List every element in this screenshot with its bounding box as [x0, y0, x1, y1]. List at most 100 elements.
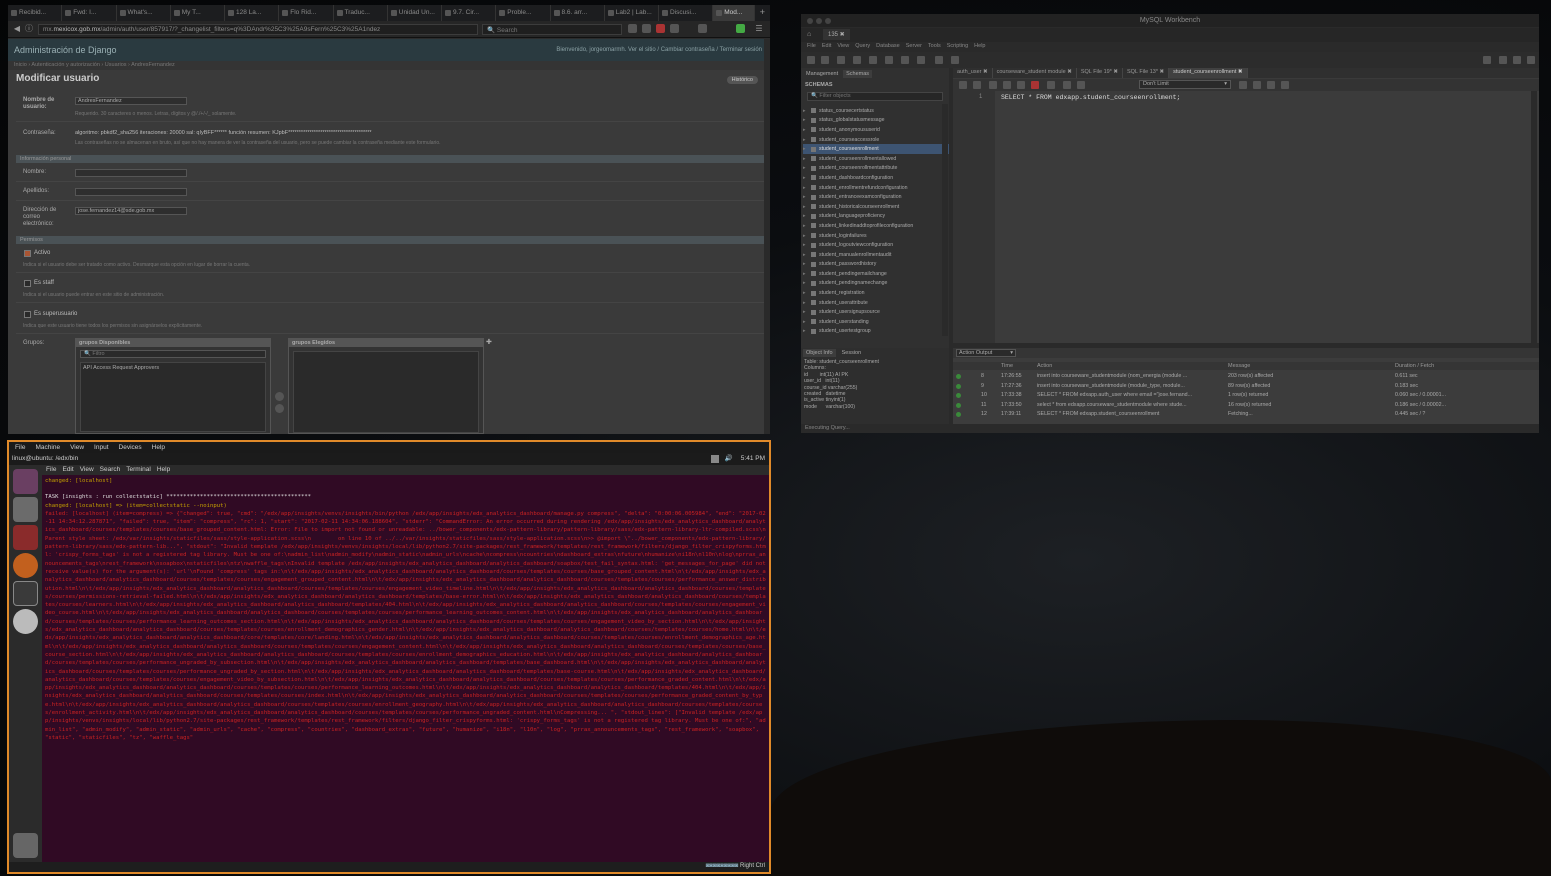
minimize-icon[interactable]: [816, 18, 822, 24]
home-icon[interactable]: ⌂: [807, 31, 811, 38]
back-icon[interactable]: ◀: [12, 24, 22, 34]
history-button[interactable]: Histórico: [726, 76, 758, 84]
toggle-secondary-icon[interactable]: [1527, 56, 1535, 64]
dash-icon[interactable]: [13, 469, 38, 494]
browser-tab[interactable]: Recibid...: [8, 5, 63, 21]
new-sql-tab-icon[interactable]: [807, 56, 815, 64]
schema-table-item[interactable]: ▸ student_courseenrollmentallowed: [803, 154, 949, 164]
expand-arrow-icon[interactable]: ▸: [803, 271, 808, 277]
user-tools[interactable]: Bienvenido, jorgeomarmh. Ver el sitio / …: [556, 47, 762, 53]
create-table-icon[interactable]: [869, 56, 877, 64]
groups-filter-input[interactable]: 🔍 Filtro: [80, 350, 266, 358]
expand-arrow-icon[interactable]: ▸: [803, 194, 808, 200]
output-row[interactable]: 11 17:33:50 select * from edxapp.coursewar…: [953, 401, 1539, 411]
editor-tab-active[interactable]: student_courseenrollment ✖: [1169, 68, 1248, 78]
vbox-menu-input[interactable]: Input: [94, 444, 108, 451]
dropdown-icon[interactable]: [670, 24, 679, 33]
expand-arrow-icon[interactable]: ▸: [803, 280, 808, 286]
first-name-field[interactable]: [75, 169, 187, 177]
search-input[interactable]: 🔍 Search: [482, 24, 622, 35]
menu-server[interactable]: Server: [906, 43, 922, 51]
browser-tab[interactable]: Fwd: I...: [62, 5, 117, 21]
connection-tab[interactable]: 135 ✖: [823, 29, 850, 40]
vbox-menu-devices[interactable]: Devices: [119, 444, 142, 451]
browser-tab[interactable]: My T...: [171, 5, 225, 21]
menu-edit[interactable]: Edit: [822, 43, 831, 51]
open-sql-icon[interactable]: [821, 56, 829, 64]
expand-arrow-icon[interactable]: ▸: [803, 156, 808, 162]
editor-tab[interactable]: auth_user ✖: [953, 68, 993, 78]
browser-tab[interactable]: Lab2 | Lab...: [605, 5, 659, 21]
menu-file[interactable]: File: [807, 43, 816, 51]
terminal-output[interactable]: changed: [localhost] TASK [insights : ru…: [42, 475, 769, 862]
schema-table-item[interactable]: ▸ student_languageproficiency: [803, 212, 949, 222]
editor-tab[interactable]: SQL File 19* ✖: [1077, 68, 1123, 78]
schema-table-item[interactable]: ▸ student_loginfailures: [803, 231, 949, 241]
schema-table-item[interactable]: ▸ student_historicalcourseenrollment: [803, 202, 949, 212]
expand-arrow-icon[interactable]: ▸: [803, 223, 808, 229]
browser-tab[interactable]: Traduc...: [334, 5, 388, 21]
tab-object-info[interactable]: Object Info: [803, 349, 836, 357]
sql-query-text[interactable]: SELECT * FROM edxapp.student_courseenrol…: [1001, 94, 1180, 101]
schema-table-item[interactable]: ▸ student_userattribute: [803, 298, 949, 308]
expand-arrow-icon[interactable]: ▸: [803, 117, 808, 123]
tab-management[interactable]: Management: [803, 70, 841, 78]
expand-arrow-icon[interactable]: ▸: [803, 175, 808, 181]
tab-session[interactable]: Session: [839, 349, 865, 357]
expand-arrow-icon[interactable]: ▸: [803, 290, 808, 296]
download-icon[interactable]: [642, 24, 651, 33]
browser-tab[interactable]: 8.6. arr...: [551, 5, 605, 21]
expand-arrow-icon[interactable]: ▸: [803, 261, 808, 267]
group-option[interactable]: API Access Request Approvers: [83, 365, 159, 371]
schema-table-item[interactable]: ▸ student_manualenrollmentaudit: [803, 250, 949, 260]
expand-arrow-icon[interactable]: ▸: [803, 137, 808, 143]
editor-scrollbar[interactable]: [1531, 91, 1537, 343]
col-action[interactable]: Action: [1037, 363, 1052, 369]
schema-table-item[interactable]: ▸ student_anonymoususerid: [803, 125, 949, 135]
toggle-sidebar-icon[interactable]: [1499, 56, 1507, 64]
keyboard-icon[interactable]: [711, 455, 719, 463]
username-field[interactable]: AndresFernandez: [75, 97, 187, 105]
schema-table-item[interactable]: ▸ student_logoutviewconfiguration: [803, 240, 949, 250]
maximize-icon[interactable]: [825, 18, 831, 24]
output-row[interactable]: 9 17:27:36 insert into courseware_studentm…: [953, 382, 1539, 392]
breadcrumb[interactable]: Inicio › Autenticación y autorización › …: [8, 61, 770, 70]
schema-table-item[interactable]: ▸ student_registration: [803, 288, 949, 298]
schema-table-item[interactable]: ▸ student_linkedinaddtoprofileconfigurati…: [803, 221, 949, 231]
schema-table-item[interactable]: ▸ status_coursecertstatus: [803, 106, 949, 116]
wrap-lines-icon[interactable]: [1281, 81, 1289, 89]
invisible-chars-icon[interactable]: [1267, 81, 1275, 89]
expand-arrow-icon[interactable]: ▸: [803, 185, 808, 191]
editor-tab[interactable]: courseware_student module ✖: [993, 68, 1077, 78]
expand-arrow-icon[interactable]: ▸: [803, 233, 808, 239]
browser-tab[interactable]: Unidad Un...: [388, 5, 442, 21]
sql-text-area[interactable]: 1 SELECT * FROM edxapp.student_courseenr…: [953, 91, 1539, 343]
schema-table-item[interactable]: ▸ student_usersignupsource: [803, 307, 949, 317]
schema-table-item[interactable]: ▸ student_entranceexamconfiguration: [803, 192, 949, 202]
menu-icon[interactable]: ☰: [754, 24, 764, 34]
schema-table-item[interactable]: ▸ student_usertestgroup: [803, 327, 949, 334]
vbox-menu-help[interactable]: Help: [152, 444, 165, 451]
dvd-icon[interactable]: [13, 609, 38, 634]
output-row[interactable]: 10 17:33:38 SELECT * FROM edxapp.auth_user…: [953, 391, 1539, 401]
terminal-icon[interactable]: [13, 581, 38, 606]
expand-arrow-icon[interactable]: ▸: [803, 300, 808, 306]
terminal-menu-edit[interactable]: Edit: [62, 466, 73, 474]
col-message[interactable]: Message: [1228, 363, 1250, 369]
rollback-icon[interactable]: [1077, 81, 1085, 89]
explain-icon[interactable]: [1017, 81, 1025, 89]
output-row[interactable]: 8 17:26:55 insert into courseware_studentm…: [953, 372, 1539, 382]
browser-tab-active[interactable]: Mod...: [713, 5, 755, 21]
schema-table-item[interactable]: ▸ student_courseenrollmentattribute: [803, 164, 949, 174]
filter-objects-input[interactable]: 🔍 Filter objects: [807, 92, 943, 101]
expand-arrow-icon[interactable]: ▸: [803, 146, 808, 152]
vbox-menu-file[interactable]: File: [15, 444, 25, 451]
expand-arrow-icon[interactable]: ▸: [803, 108, 808, 114]
beautify-icon[interactable]: [1239, 81, 1247, 89]
close-icon[interactable]: [807, 18, 813, 24]
firefox-icon[interactable]: [13, 553, 38, 578]
tab-schemas[interactable]: Schemas: [843, 70, 873, 78]
expand-arrow-icon[interactable]: ▸: [803, 328, 808, 334]
files-icon[interactable]: [13, 497, 38, 522]
terminal-menu-terminal[interactable]: Terminal: [126, 466, 151, 474]
